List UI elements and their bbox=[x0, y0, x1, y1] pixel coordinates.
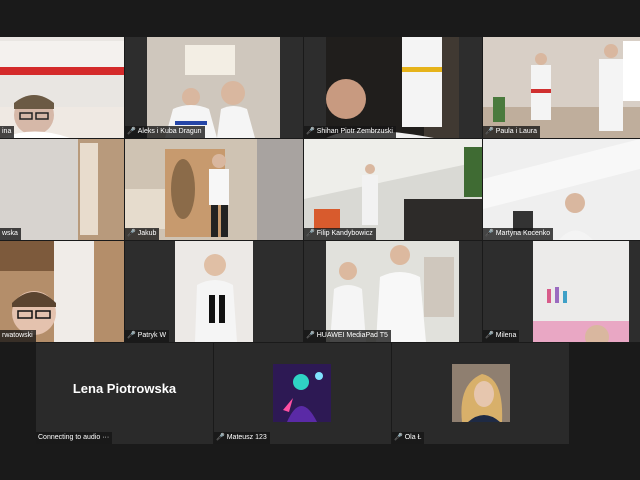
participant-video bbox=[483, 37, 640, 138]
participant-video bbox=[483, 139, 640, 240]
profile-avatar bbox=[452, 364, 510, 422]
video-tile-aleks-kuba[interactable]: 🎤 Aleks i Kuba Dragun bbox=[125, 37, 303, 138]
mic-muted-icon: 🎤 bbox=[127, 230, 136, 237]
participant-video bbox=[304, 139, 482, 240]
video-tile-wska[interactable]: wska bbox=[0, 139, 124, 240]
participant-name-label: 🎤 Paula i Laura bbox=[483, 126, 540, 138]
video-tile-martyna[interactable]: 🎤 Martyna Kocenko bbox=[483, 139, 640, 240]
mic-muted-icon: 🎤 bbox=[394, 434, 403, 441]
participant-name-label: 🎤 Mateusz 123 bbox=[214, 432, 270, 444]
video-tile-jakub[interactable]: 🎤 Jakub bbox=[125, 139, 303, 240]
mic-muted-icon: 🎤 bbox=[485, 332, 494, 339]
video-tile-rwatowski[interactable]: rwatowski bbox=[0, 241, 124, 342]
participant-display-name: Lena Piotrowska bbox=[72, 381, 177, 396]
participant-name-label: 🎤 Jakub bbox=[125, 228, 160, 240]
participant-name-label: 🎤 Shihan Piotr Zembrzuski bbox=[304, 126, 396, 138]
participant-video bbox=[304, 241, 482, 342]
video-tile-lena[interactable]: Lena Piotrowska Connecting to audio ··· bbox=[36, 343, 213, 444]
video-tile-patryk[interactable]: 🎤 Patryk W bbox=[125, 241, 303, 342]
participant-video bbox=[125, 37, 303, 138]
participant-video bbox=[304, 37, 482, 138]
participant-name-label: 🎤 Milena bbox=[483, 330, 520, 342]
participant-video bbox=[125, 139, 303, 240]
mic-muted-icon: 🎤 bbox=[216, 434, 225, 441]
video-tile-filip[interactable]: 🎤 Filip Kandybowicz bbox=[304, 139, 482, 240]
participant-video bbox=[0, 241, 124, 342]
video-tile-huawei[interactable]: 🎤 HUAWEI MediaPad T5 bbox=[304, 241, 482, 342]
participant-name-label: 🎤 Ola Ł bbox=[392, 432, 425, 444]
participant-name-label: wska bbox=[0, 228, 21, 240]
participant-video bbox=[125, 241, 303, 342]
video-tile-paula-laura[interactable]: 🎤 Paula i Laura bbox=[483, 37, 640, 138]
participant-status-label: Connecting to audio ··· bbox=[36, 432, 113, 444]
participant-name-label: 🎤 HUAWEI MediaPad T5 bbox=[304, 330, 391, 342]
participant-name-label: rwatowski bbox=[0, 330, 36, 342]
mic-muted-icon: 🎤 bbox=[306, 332, 315, 339]
participant-video bbox=[0, 37, 124, 138]
participant-name-label: ina bbox=[0, 126, 15, 138]
video-tile-milena[interactable]: 🎤 Milena bbox=[483, 241, 640, 342]
video-tile-mateusz[interactable]: 🎤 Mateusz 123 bbox=[214, 343, 391, 444]
participant-video bbox=[0, 139, 124, 240]
mic-muted-icon: 🎤 bbox=[306, 128, 315, 135]
mic-muted-icon: 🎤 bbox=[127, 128, 136, 135]
participant-name-label: 🎤 Aleks i Kuba Dragun bbox=[125, 126, 205, 138]
participant-name-label: 🎤 Filip Kandybowicz bbox=[304, 228, 376, 240]
participant-video bbox=[483, 241, 640, 342]
profile-avatar bbox=[273, 364, 331, 422]
participant-name-label: 🎤 Patryk W bbox=[125, 330, 170, 342]
video-tile-ola[interactable]: 🎤 Ola Ł bbox=[392, 343, 569, 444]
mic-muted-icon: 🎤 bbox=[485, 230, 494, 237]
mic-muted-icon: 🎤 bbox=[306, 230, 315, 237]
mic-muted-icon: 🎤 bbox=[127, 332, 136, 339]
participant-name-label: 🎤 Martyna Kocenko bbox=[483, 228, 554, 240]
video-tile-shihan[interactable]: 🎤 Shihan Piotr Zembrzuski bbox=[304, 37, 482, 138]
video-tile-ina[interactable]: ina bbox=[0, 37, 124, 138]
mic-muted-icon: 🎤 bbox=[485, 128, 494, 135]
